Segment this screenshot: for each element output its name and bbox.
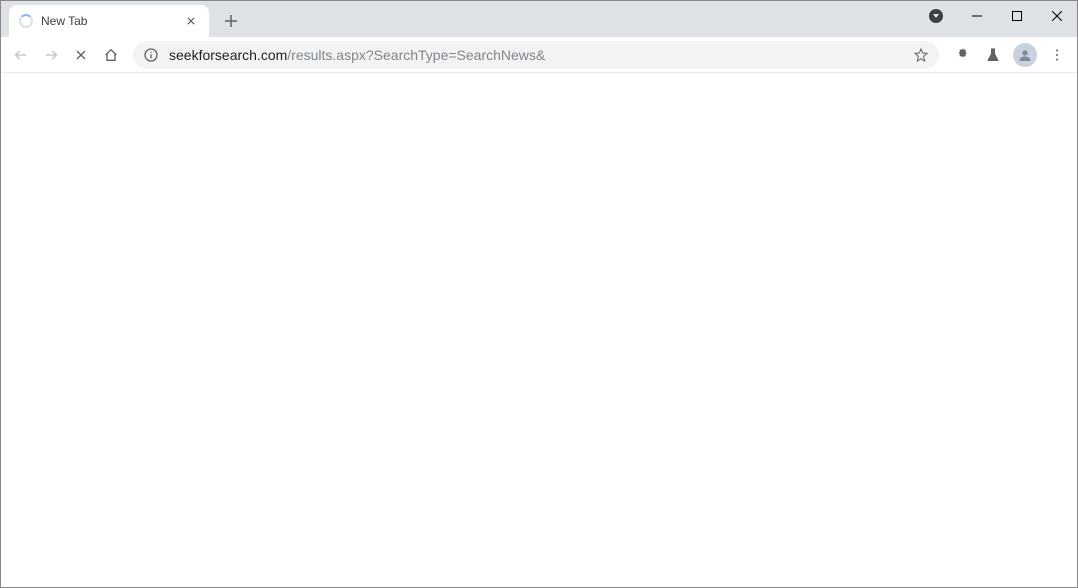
close-icon <box>73 47 89 63</box>
close-icon <box>187 17 195 25</box>
puzzle-icon <box>953 47 969 63</box>
home-icon <box>103 47 119 63</box>
loading-spinner-icon <box>19 14 33 28</box>
forward-button[interactable] <box>37 41 65 69</box>
extensions-button[interactable] <box>947 41 975 69</box>
menu-button[interactable] <box>1043 41 1071 69</box>
tab-title: New Tab <box>41 14 183 28</box>
url-path: /results.aspx?SearchType=SearchNews& <box>287 47 545 63</box>
page-content <box>1 73 1077 587</box>
back-button[interactable] <box>7 41 35 69</box>
url-domain: seekforsearch.com <box>169 47 287 63</box>
active-tab[interactable]: New Tab <box>9 5 209 37</box>
tab-strip: New Tab <box>1 1 245 37</box>
minimize-button[interactable] <box>957 1 997 31</box>
dots-vertical-icon <box>1049 47 1065 63</box>
address-bar[interactable]: seekforsearch.com/results.aspx?SearchTyp… <box>133 41 939 69</box>
toolbar-right <box>947 41 1071 69</box>
extension-shield-icon[interactable] <box>921 1 951 31</box>
close-icon <box>1052 11 1062 21</box>
avatar-icon <box>1013 43 1037 67</box>
url-text: seekforsearch.com/results.aspx?SearchTyp… <box>169 47 905 63</box>
stop-reload-button[interactable] <box>67 41 95 69</box>
labs-button[interactable] <box>979 41 1007 69</box>
home-button[interactable] <box>97 41 125 69</box>
maximize-icon <box>1012 11 1022 21</box>
window-controls <box>921 1 1077 31</box>
bookmark-star-icon[interactable] <box>913 47 929 63</box>
minimize-icon <box>972 11 982 21</box>
arrow-left-icon <box>13 47 29 63</box>
tab-close-button[interactable] <box>183 13 199 29</box>
toolbar: seekforsearch.com/results.aspx?SearchTyp… <box>1 37 1077 73</box>
arrow-right-icon <box>43 47 59 63</box>
new-tab-button[interactable] <box>217 7 245 35</box>
flask-icon <box>985 47 1001 63</box>
window-close-button[interactable] <box>1037 1 1077 31</box>
profile-button[interactable] <box>1011 41 1039 69</box>
site-info-icon[interactable] <box>143 47 159 63</box>
titlebar: New Tab <box>1 1 1077 37</box>
maximize-button[interactable] <box>997 1 1037 31</box>
plus-icon <box>224 14 238 28</box>
